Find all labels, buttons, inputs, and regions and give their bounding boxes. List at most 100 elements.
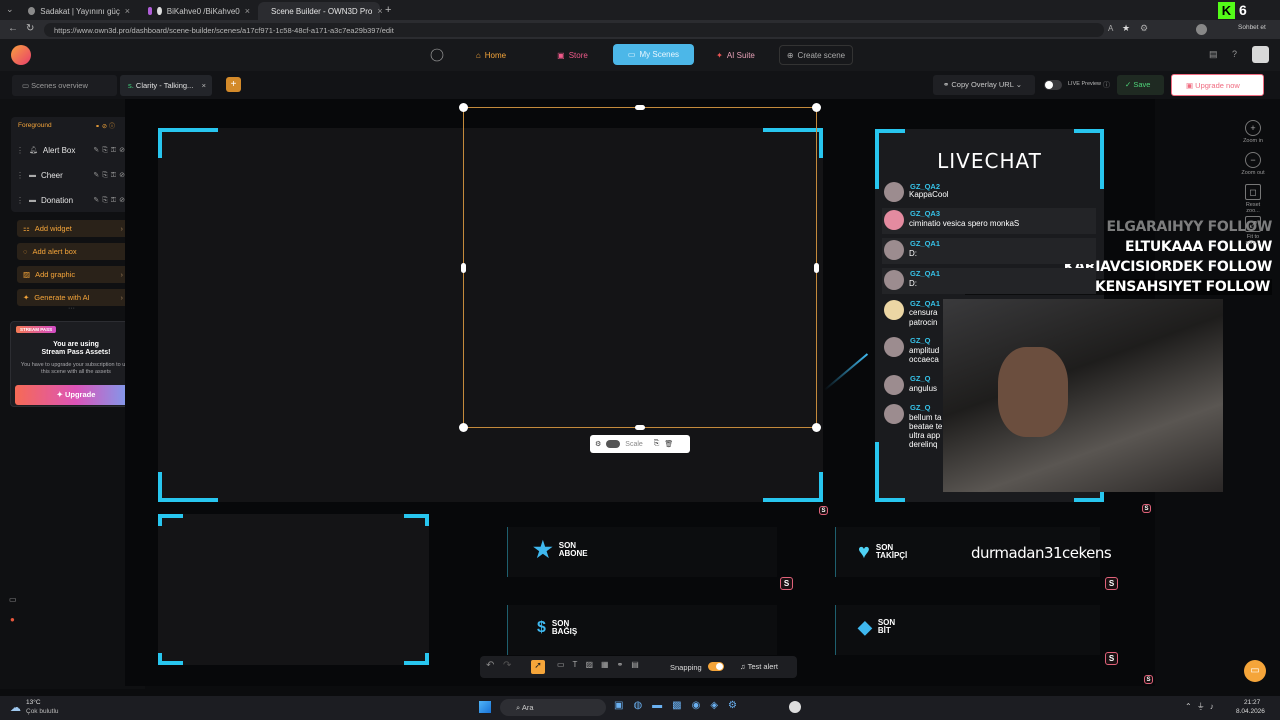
scene-tab-active[interactable]: s. Clarity - Talking... × [120, 75, 212, 96]
drag-handle-icon[interactable]: ⋮ [16, 196, 24, 205]
generate-ai-button[interactable]: ✦ Generate with AI › [17, 289, 129, 306]
layer-actions-icon[interactable]: ✎⎘⚿⊘ [93, 196, 128, 205]
browser-tab-sadakat[interactable]: Sadakat | Yayınını güçlendirmek iç × [20, 2, 138, 20]
feedback-icon[interactable]: ▭ [9, 595, 17, 604]
chat-username: GZ_Q [910, 403, 931, 412]
chat-support-button[interactable]: ▭ [1244, 660, 1266, 682]
taskbar-search[interactable]: ⌕ Ara [500, 699, 606, 716]
trash-icon[interactable]: 🗑︎ [664, 440, 673, 448]
selection-toolbar: ⚙ Scale ⎘ 🗑︎ [590, 435, 690, 453]
s-badge: S [1144, 675, 1153, 684]
clock-date: 8.04.2026 [1236, 708, 1265, 715]
browser-tab-scene-builder[interactable]: Scene Builder - OWN3D Pro × [258, 2, 383, 20]
nav-ai-suite[interactable]: ✦ AI Suite [708, 45, 763, 65]
add-scene-tab-button[interactable]: + [226, 77, 241, 92]
nav-home[interactable]: ⌂ Home [466, 45, 516, 65]
small-scene-frame[interactable] [158, 514, 429, 665]
layer-donation[interactable]: ⋮ ▬ Donation ✎⎘⚿⊘ [16, 192, 128, 208]
resize-handle-bottom[interactable] [635, 425, 645, 430]
close-icon[interactable]: × [377, 6, 382, 16]
folder-icon: ▭ [22, 81, 32, 90]
taskbar-apps[interactable]: ▣◍▬▩◉◈⚙ [614, 700, 747, 711]
webcam-preview [943, 299, 1223, 492]
extension-icon[interactable]: ⚙ [1140, 23, 1148, 34]
search-icon[interactable] [430, 48, 444, 62]
drag-handle-icon[interactable]: ⋮ [16, 171, 24, 180]
scenes-icon: ▭ [627, 50, 636, 59]
reload-icon[interactable]: ↻ [26, 23, 34, 34]
settings-icon[interactable]: ⚙ [595, 440, 601, 448]
nav-my-scenes[interactable]: ▭ My Scenes [613, 44, 694, 65]
save-button[interactable]: ✓ Save [1117, 75, 1164, 95]
promo-description: You have to upgrade your subscription to… [20, 362, 132, 375]
add-widget-button[interactable]: ⚏ Add widget › [17, 220, 129, 237]
zoom-in-button[interactable]: + Zoom in [1240, 120, 1266, 144]
resize-handle-br[interactable] [812, 423, 821, 432]
translate-icon[interactable]: A [1108, 24, 1113, 33]
add-graphic-button[interactable]: ▨ Add graphic › [17, 266, 129, 283]
test-alert-button[interactable]: ♫ Test alert [740, 659, 796, 675]
upgrade-now-button[interactable]: ▣ Upgrade now [1171, 74, 1264, 96]
resize-handle-tr[interactable] [812, 103, 821, 112]
layer-cheer[interactable]: ⋮ ▬ Cheer ✎⎘⚿⊘ [16, 167, 128, 183]
resize-handle-top[interactable] [635, 105, 645, 110]
drag-handle-icon[interactable]: ⋮ [16, 146, 24, 155]
tab-list-icon[interactable]: ⌄ [6, 4, 14, 15]
ai-icon: ✦ [716, 50, 723, 60]
redo-icon[interactable]: ↷ [503, 660, 511, 671]
url-field[interactable]: https://www.own3d.pro/dashboard/scene-bu… [44, 23, 1104, 37]
selection-box[interactable] [459, 103, 821, 432]
folder-icon: ▬ [29, 196, 36, 204]
avatar [884, 375, 904, 395]
star-icon: ★ [533, 537, 553, 562]
chat-text: KappaCool [909, 190, 949, 199]
help-icon[interactable]: ? [1232, 49, 1237, 59]
close-icon[interactable]: × [125, 6, 130, 16]
snapping-toggle[interactable] [708, 662, 724, 671]
back-icon[interactable]: ← [8, 23, 18, 34]
upgrade-button[interactable]: ✦ Upgrade [15, 385, 137, 405]
resize-handle-left[interactable] [461, 263, 466, 273]
browser-tab-bikahve[interactable]: BiKahve0 /BiKahve0 × [140, 2, 258, 20]
close-icon[interactable]: × [245, 6, 250, 16]
resize-handle-bl[interactable] [459, 423, 468, 432]
close-icon[interactable]: × [202, 81, 206, 90]
new-tab-icon[interactable]: + [385, 4, 391, 16]
undo-icon[interactable]: ↶ [486, 660, 494, 671]
zoom-label: Fit to scre... [1245, 234, 1261, 246]
user-avatar[interactable] [1252, 46, 1269, 63]
layer-actions-icon[interactable]: ✎⎘⚿⊘ [93, 171, 128, 180]
sohbet-button[interactable]: Sohbet et [1238, 24, 1266, 31]
select-tool-icon[interactable]: ➚ [531, 660, 545, 674]
layer-actions-icon[interactable]: ✎⎘⚿⊘ [93, 146, 128, 155]
layer-alert-box[interactable]: ⋮ 🔔︎ Alert Box ✎⎘⚿⊘ [16, 142, 128, 158]
livechat-title: LIVECHAT [937, 149, 1042, 173]
add-alert-box-button[interactable]: ◌ Add alert box [17, 243, 129, 260]
scenes-overview-tab[interactable]: ▭ Scenes overview [12, 75, 117, 96]
tray-icons[interactable]: ⌃⏚♪ [1185, 701, 1219, 712]
avatar [884, 210, 904, 230]
avatar [884, 270, 904, 290]
scale-toggle[interactable] [606, 440, 621, 448]
stat-son-takipci: ♥ SON TAKİPÇİ [858, 542, 907, 562]
windows-start-icon[interactable] [479, 701, 491, 713]
nav-create-scene[interactable]: ⊕ Create scene [779, 45, 853, 65]
zoom-out-button[interactable]: − Zoom out [1240, 152, 1266, 176]
reset-zoom-button[interactable]: ◻ Reset zoo... [1240, 184, 1266, 214]
obs-icon[interactable] [789, 701, 801, 713]
own3d-logo-icon[interactable] [11, 45, 31, 65]
tab-title: BiKahve0 /BiKahve0 [166, 6, 240, 16]
live-preview-toggle[interactable] [1044, 80, 1062, 90]
more-dots-icon[interactable]: ··· [68, 305, 75, 312]
resize-handle-tl[interactable] [459, 103, 468, 112]
globe-icon [28, 7, 36, 15]
tool-icons[interactable]: ▭T▨▦⚭▤ [557, 660, 647, 669]
duplicate-icon[interactable]: ⎘ [654, 440, 660, 448]
bookmark-star-icon[interactable]: ★ [1122, 23, 1130, 34]
resize-handle-right[interactable] [814, 263, 819, 273]
layout-icon[interactable]: ▤ [1209, 49, 1218, 60]
profile-avatar[interactable] [1196, 24, 1207, 35]
copy-overlay-url-button[interactable]: ⚭ Copy Overlay URL ⌄ [933, 75, 1035, 95]
nav-store[interactable]: ▣ Store [550, 45, 595, 65]
fit-screen-button[interactable]: ⤢ Fit to scre... [1240, 216, 1266, 246]
